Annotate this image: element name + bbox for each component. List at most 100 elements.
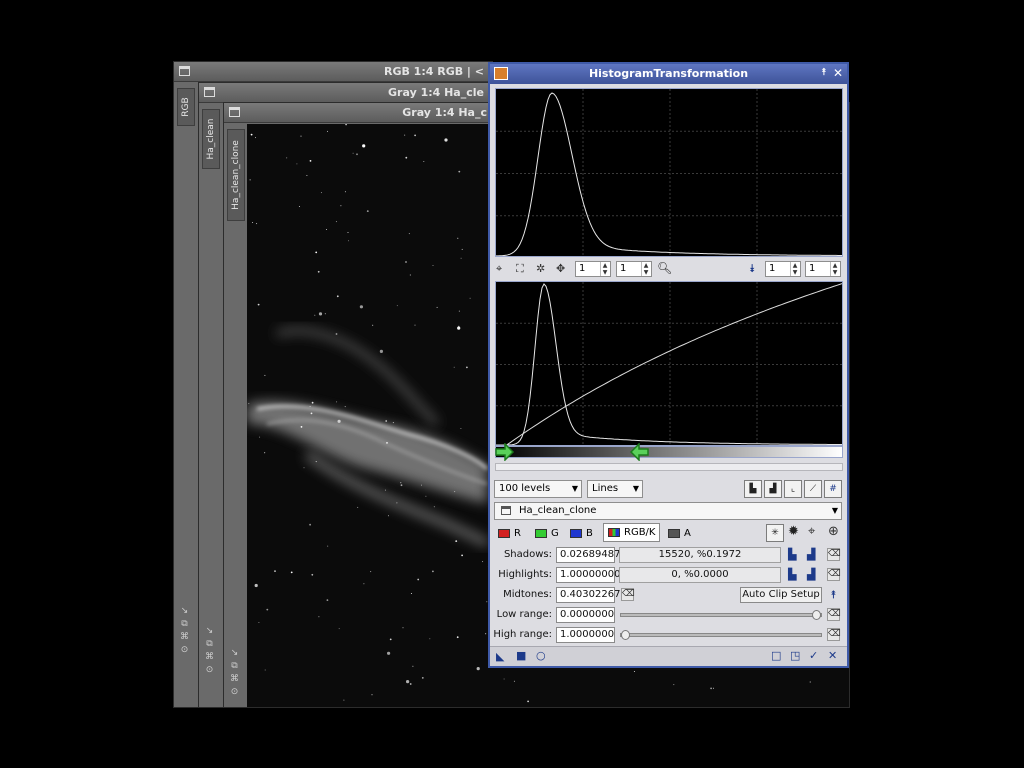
window-icon[interactable]	[229, 107, 240, 117]
spinner-arrows-icon[interactable]: ▲ ▼	[600, 262, 609, 276]
output-vertical-zoom-spinner[interactable]: 1 ▲ ▼	[805, 261, 841, 277]
pan-icon[interactable]: ✥	[556, 263, 565, 275]
low-range-slider-knob[interactable]	[812, 610, 821, 620]
spinner-arrows-icon[interactable]: ▲ ▼	[790, 262, 799, 276]
readout-icon[interactable]: ✳	[766, 524, 784, 542]
view-selector[interactable]: Ha_clean_clone ▼	[494, 502, 842, 520]
spinner-arrows-icon[interactable]: ▲ ▼	[641, 262, 650, 276]
window-icon[interactable]	[179, 66, 190, 76]
reset-highlights-icon[interactable]: ⌫	[827, 568, 841, 581]
star	[423, 161, 425, 162]
show-input-histogram-button[interactable]: ▙	[744, 480, 762, 498]
clone-icon[interactable]: ⧉	[231, 661, 237, 671]
reset-high-range-icon[interactable]: ⌫	[827, 628, 841, 641]
high-range-slider-knob[interactable]	[621, 630, 630, 640]
input-histogram-plot[interactable]	[495, 88, 843, 257]
star	[327, 545, 329, 547]
star	[633, 671, 635, 672]
plot-toolbar: ⌖ ⛶ ✲ ✥ 1 ▲ ▼ 1 ▲ ▼ 🔍︎ ⯯ 1 ▲ ▼ 1 ▲ ▼	[493, 260, 844, 278]
target-icon[interactable]: ⊕	[828, 525, 839, 538]
star	[248, 403, 250, 405]
vertical-zoom-spinner[interactable]: 1 ▲ ▼	[616, 261, 652, 277]
command-icon[interactable]: ⌘	[180, 632, 189, 642]
zoom-out-icon[interactable]: ✲	[536, 263, 545, 275]
show-curve-button[interactable]: ⌞	[784, 480, 802, 498]
command-icon[interactable]: ⌘	[205, 652, 214, 662]
histogram-transformation-window[interactable]: HistogramTransformation ⯭ ✕ ⌖ ⛶ ✲ ✥ 1 ▲ ▼ …	[488, 62, 849, 668]
apply-global-icon[interactable]: ■	[516, 650, 526, 662]
horizontal-zoom-spinner[interactable]: 1 ▲ ▼	[575, 261, 611, 277]
dialog-titlebar[interactable]: HistogramTransformation ⯭ ✕	[490, 64, 847, 84]
show-grid-button[interactable]: #	[824, 480, 842, 498]
real-time-preview-icon[interactable]: ○	[536, 650, 546, 662]
view-tab-rgb[interactable]: RGB	[177, 88, 195, 126]
clone-icon[interactable]: ⧉	[206, 639, 212, 649]
high-range-slider[interactable]	[620, 630, 822, 640]
star	[315, 461, 317, 463]
shrink-icon[interactable]: ↘	[231, 648, 239, 658]
star	[429, 638, 431, 640]
apply-check-icon[interactable]: ✓	[809, 650, 818, 662]
target-icon[interactable]: ⊙	[231, 687, 239, 697]
channel-rgbk-button[interactable]: RGB/K	[603, 523, 660, 542]
crosshair-icon[interactable]: ⌖	[496, 263, 502, 275]
midtones-input[interactable]: 0.40302267	[556, 587, 620, 603]
levels-select[interactable]: 100 levels ▼	[494, 480, 582, 498]
window-titlebar[interactable]: Gray 1:4 Ha_cle	[199, 83, 492, 103]
auto-shadows-all-icon[interactable]: ▟	[807, 549, 815, 561]
low-range-slider[interactable]	[620, 610, 822, 620]
show-output-histogram-button[interactable]: ▟	[764, 480, 782, 498]
low-range-input[interactable]: 0.0000000	[556, 607, 615, 623]
zoom-fit-icon[interactable]: ⛶	[516, 263, 524, 275]
gradient-slider-track[interactable]	[495, 446, 843, 458]
auto-clip-setup-button[interactable]: Auto Clip Setup	[740, 587, 822, 603]
reset-icon[interactable]: ✕	[828, 650, 837, 662]
auto-highlights-all-icon[interactable]: ▟	[807, 569, 815, 581]
collapse-down-icon[interactable]: ⯯	[749, 263, 756, 275]
spinner-arrows-icon[interactable]: ▲ ▼	[830, 262, 839, 276]
browse-documentation-icon[interactable]: □	[771, 650, 781, 662]
high-range-input[interactable]: 1.0000000	[556, 627, 615, 643]
star	[710, 687, 712, 690]
shrink-icon[interactable]: ↘	[206, 626, 214, 636]
new-instance-icon[interactable]: ◣	[496, 651, 504, 663]
star	[404, 134, 406, 136]
output-horizontal-zoom-spinner[interactable]: 1 ▲ ▼	[765, 261, 801, 277]
shadows-input[interactable]: 0.02689487	[556, 547, 620, 563]
window-titlebar[interactable]: RGB 1:4 RGB | <	[174, 62, 492, 82]
view-icon	[501, 506, 511, 515]
reset-low-range-icon[interactable]: ⌫	[827, 608, 841, 621]
highlights-input[interactable]: 1.00000000	[556, 567, 620, 583]
shrink-icon[interactable]: ↘	[181, 606, 189, 616]
target-icon[interactable]: ⊙	[206, 665, 214, 675]
target-icon[interactable]: ⊙	[181, 645, 189, 655]
slider-scroll-track[interactable]	[495, 463, 843, 471]
shadows-handle-icon[interactable]	[495, 443, 515, 461]
close-icon[interactable]: ✕	[833, 66, 843, 80]
magnifier-icon[interactable]: 🔍︎	[657, 262, 672, 274]
graph-style-select[interactable]: Lines ▼	[587, 480, 643, 498]
star	[387, 651, 391, 655]
midtones-handle-icon[interactable]	[629, 443, 649, 461]
shade-icon[interactable]: ⯭	[821, 67, 827, 78]
reset-shadows-icon[interactable]: ⌫	[827, 548, 841, 561]
window-side-tools: ↘ ⧉ ⌘ ⊙	[205, 626, 214, 675]
gear-icon[interactable]: ✹	[788, 525, 799, 538]
auto-highlights-icon[interactable]: ▙	[788, 569, 796, 581]
view-tab-ha-clean[interactable]: Ha_clean	[202, 109, 220, 169]
arrow-up-icon[interactable]: ⯭	[830, 589, 837, 601]
midtones-label: Midtones:	[503, 589, 552, 600]
save-instance-icon[interactable]: ◳	[790, 650, 800, 662]
show-transfer-function-button[interactable]: ⟋	[804, 480, 822, 498]
star	[405, 261, 407, 263]
clone-icon[interactable]: ⧉	[181, 619, 187, 629]
command-icon[interactable]: ⌘	[230, 674, 239, 684]
transfer-curve-plot[interactable]	[495, 281, 843, 446]
view-tab-ha-clean-clone[interactable]: Ha_clean_clone	[227, 129, 245, 221]
star	[414, 134, 416, 137]
reset-midtones-icon[interactable]: ⌫	[621, 588, 635, 601]
window-icon[interactable]	[204, 87, 215, 97]
auto-shadows-icon[interactable]: ▙	[788, 549, 796, 561]
crosshair-icon[interactable]: ⌖	[808, 525, 815, 538]
star	[300, 426, 303, 428]
